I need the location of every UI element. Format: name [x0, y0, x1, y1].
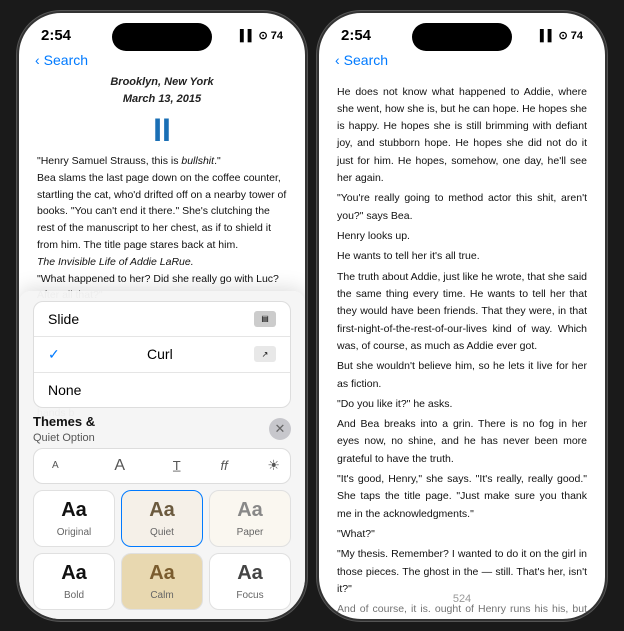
reading-para-3: Henry looks up.: [337, 228, 587, 245]
theme-focus[interactable]: Aa Focus: [209, 553, 291, 610]
theme-paper-label: Paper: [237, 527, 264, 538]
back-arrow-2[interactable]: ‹: [335, 52, 340, 68]
book-content-1: Brooklyn, New York March 13, 2015 II "He…: [19, 74, 305, 621]
dynamic-island: [112, 23, 212, 51]
font-size-controls: A A T̲ ff ☀: [33, 448, 291, 484]
book-para-3: The Invisible Life of Addie LaRue.: [37, 254, 287, 271]
themes-title: Themes & Quiet Option: [33, 414, 95, 444]
none-label: None: [48, 382, 81, 398]
reading-para-9: "It's good, Henry," she says. "It's real…: [337, 471, 587, 523]
settings-panel: Slide ▤ ✓ Curl ↗ None: [19, 291, 305, 621]
search-bar-1[interactable]: ‹ Search: [19, 48, 305, 74]
back-arrow-1[interactable]: ‹: [35, 52, 40, 68]
curl-label: Curl: [147, 346, 173, 362]
search-bar-2[interactable]: ‹ Search: [319, 48, 605, 74]
phone-2: 2:54 ▌▌ ⊙ 74 ‹ Search He does not know w…: [317, 11, 607, 621]
curl-option[interactable]: ✓ Curl ↗: [34, 337, 290, 373]
theme-quiet-label: Quiet: [150, 527, 174, 538]
theme-focus-aa: Aa: [220, 562, 280, 585]
reading-para-4: He wants to tell her it's all true.: [337, 248, 587, 265]
quiet-option-label: Quiet Option: [33, 432, 95, 444]
font-serif-icon[interactable]: ff: [220, 458, 227, 473]
reading-para-8: And Bea breaks into a grin. There is no …: [337, 416, 587, 468]
theme-bold-aa: Aa: [44, 562, 104, 585]
font-decrease-button[interactable]: A: [44, 458, 67, 473]
brightness-icon[interactable]: ☀: [267, 457, 280, 474]
status-icons-2: ▌▌ ⊙ 74: [540, 29, 583, 42]
curl-checkmark: ✓: [48, 346, 60, 363]
theme-paper[interactable]: Aa Paper: [209, 490, 291, 547]
theme-original[interactable]: Aa Original: [33, 490, 115, 547]
phone-1: 2:54 ▌▌ ⊙ 74 ‹ Search Brooklyn, New York…: [17, 11, 307, 621]
theme-focus-label: Focus: [236, 590, 263, 601]
none-option[interactable]: None: [34, 373, 290, 407]
reading-para-1: He does not know what happened to Addie,…: [337, 84, 587, 188]
theme-calm-label: Calm: [150, 590, 173, 601]
reading-para-11: "My thesis. Remember? I wanted to do it …: [337, 546, 587, 598]
font-style-icon[interactable]: T̲: [173, 458, 181, 473]
chapter-num: II: [37, 111, 287, 149]
reading-para-5: The truth about Addie, just like he wrot…: [337, 269, 587, 356]
reading-para-10: "What?": [337, 526, 587, 543]
page-turn-options: Slide ▤ ✓ Curl ↗ None: [33, 301, 291, 408]
themes-header: Themes & Quiet Option ✕: [33, 414, 291, 444]
theme-original-aa: Aa: [44, 499, 104, 522]
reading-para-7: "Do you like it?" he asks.: [337, 396, 587, 413]
status-icons-1: ▌▌ ⊙ 74: [240, 29, 283, 42]
search-label-1[interactable]: Search: [44, 52, 88, 68]
theme-grid: Aa Original Aa Quiet Aa Paper Aa Bold: [33, 490, 291, 610]
curl-icon: ↗: [254, 346, 276, 362]
theme-original-label: Original: [57, 527, 91, 538]
reading-para-2: "You're really going to method actor thi…: [337, 190, 587, 225]
time-1: 2:54: [41, 27, 71, 44]
theme-paper-aa: Aa: [220, 499, 280, 522]
slide-icon: ▤: [254, 311, 276, 327]
close-button[interactable]: ✕: [269, 418, 291, 440]
slide-option[interactable]: Slide ▤: [34, 302, 290, 337]
book-para-2: Bea slams the last page down on the coff…: [37, 170, 287, 254]
time-2: 2:54: [341, 27, 371, 44]
theme-calm-aa: Aa: [132, 562, 192, 585]
reading-content: He does not know what happened to Addie,…: [319, 74, 605, 621]
book-location: Brooklyn, New York March 13, 2015: [37, 74, 287, 109]
theme-bold-label: Bold: [64, 590, 84, 601]
dynamic-island-2: [412, 23, 512, 51]
theme-bold[interactable]: Aa Bold: [33, 553, 115, 610]
theme-quiet-aa: Aa: [132, 499, 192, 522]
search-label-2[interactable]: Search: [344, 52, 388, 68]
theme-calm[interactable]: Aa Calm: [121, 553, 203, 610]
page-number: 524: [453, 593, 471, 605]
reading-para-6: But she wouldn't believe him, so he lets…: [337, 358, 587, 393]
font-increase-button[interactable]: A: [106, 455, 133, 477]
slide-label: Slide: [48, 311, 79, 327]
book-para-1: "Henry Samuel Strauss, this is bullshit.…: [37, 153, 287, 170]
theme-quiet[interactable]: Aa Quiet: [121, 490, 203, 547]
